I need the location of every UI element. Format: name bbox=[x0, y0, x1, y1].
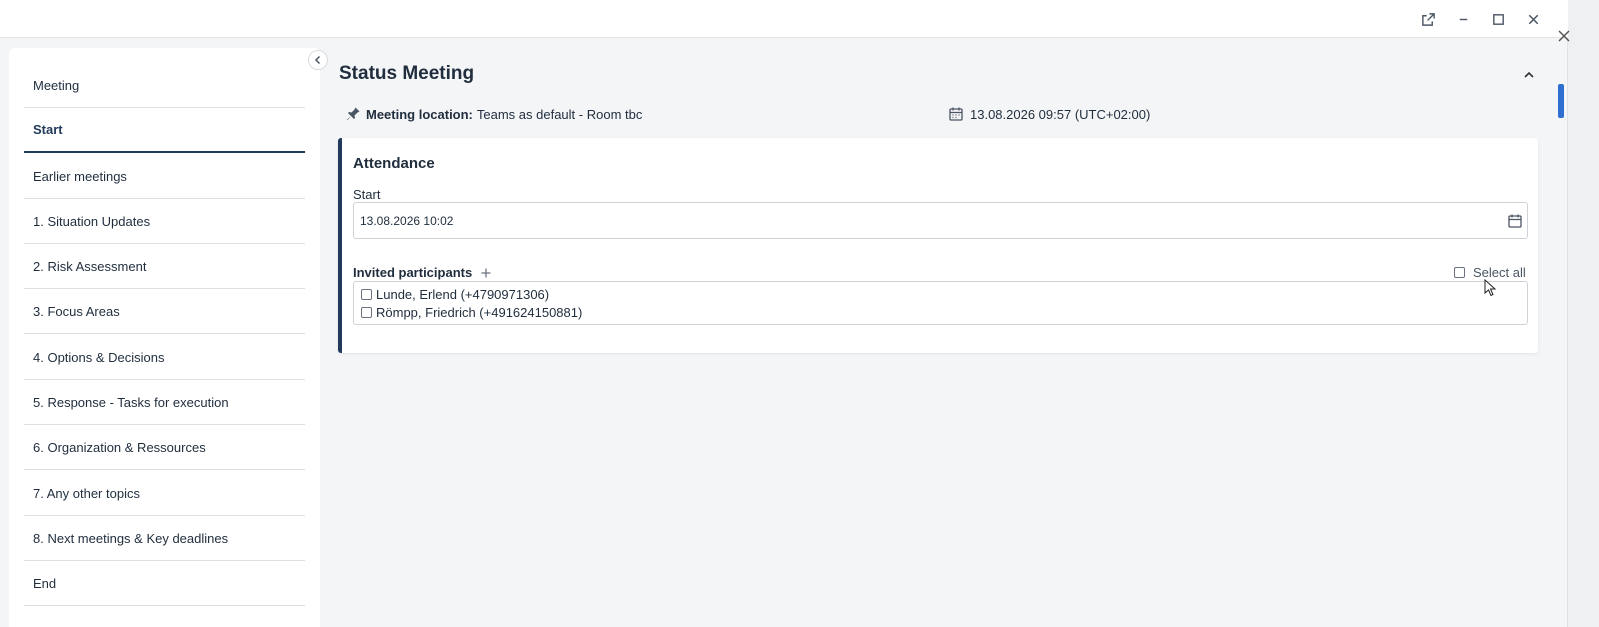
sidebar-item-label: 8. Next meetings & Key deadlines bbox=[33, 530, 229, 546]
minimize-icon[interactable] bbox=[1452, 8, 1474, 30]
sidebar-item-earlier-meetings[interactable]: Earlier meetings bbox=[24, 154, 305, 199]
calendar-picker-icon[interactable] bbox=[1507, 213, 1523, 229]
participant-checkbox[interactable] bbox=[361, 307, 372, 318]
add-participant-icon[interactable] bbox=[480, 267, 492, 279]
sidebar-item-response-tasks[interactable]: 5. Response - Tasks for execution bbox=[24, 380, 305, 425]
sidebar-item-start[interactable]: Start bbox=[24, 108, 305, 153]
sidebar-item-organization-ressources[interactable]: 6. Organization & Ressources bbox=[24, 425, 305, 470]
window-titlebar bbox=[0, 0, 1568, 38]
sidebar-item-label: 4. Options & Decisions bbox=[33, 349, 165, 365]
close-icon[interactable] bbox=[1522, 8, 1544, 30]
sidebar-item-options-decisions[interactable]: 4. Options & Decisions bbox=[24, 335, 305, 380]
sidebar-item-label: 2. Risk Assessment bbox=[33, 258, 147, 274]
meeting-location: Meeting location: Teams as default - Roo… bbox=[345, 106, 642, 122]
popout-icon[interactable] bbox=[1417, 8, 1439, 30]
select-all-label: Select all bbox=[1473, 265, 1526, 280]
background-strip bbox=[1568, 0, 1599, 627]
select-all-toggle[interactable]: Select all bbox=[1454, 265, 1526, 280]
sidebar-item-label: Earlier meetings bbox=[33, 168, 127, 184]
page-title: Status Meeting bbox=[339, 63, 475, 84]
sidebar-item-label: 5. Response - Tasks for execution bbox=[33, 394, 229, 410]
pin-icon bbox=[345, 106, 361, 122]
outer-close-icon[interactable] bbox=[1556, 28, 1572, 44]
sidebar-item-end[interactable]: End bbox=[24, 561, 305, 606]
sidebar-item-label: Start bbox=[33, 122, 63, 137]
background-accent bbox=[1558, 84, 1564, 118]
participants-list: Lunde, Erlend (+4790971306) Römpp, Fried… bbox=[353, 281, 1528, 325]
collapse-section-button[interactable] bbox=[1521, 68, 1537, 82]
participant-row[interactable]: Lunde, Erlend (+4790971306) bbox=[361, 287, 549, 302]
participant-name: Lunde, Erlend (+4790971306) bbox=[376, 287, 550, 302]
meeting-datetime-value: 13.08.2026 09:57 (UTC+02:00) bbox=[970, 106, 1151, 122]
participant-name: Römpp, Friedrich (+491624150881) bbox=[376, 305, 583, 320]
invited-participants-header: Invited participants bbox=[353, 265, 492, 280]
start-datetime-input[interactable] bbox=[353, 202, 1528, 239]
meeting-location-label: Meeting location: bbox=[366, 106, 473, 122]
participant-checkbox[interactable] bbox=[361, 289, 372, 300]
sidebar-item-label: 3. Focus Areas bbox=[33, 303, 120, 319]
sidebar-item-label: 1. Situation Updates bbox=[33, 213, 151, 229]
sidebar-item-label: 6. Organization & Ressources bbox=[33, 439, 206, 455]
meeting-datetime: 13.08.2026 09:57 (UTC+02:00) bbox=[948, 106, 1150, 122]
sidebar-item-risk-assessment[interactable]: 2. Risk Assessment bbox=[24, 244, 305, 289]
mouse-cursor-icon bbox=[1484, 279, 1497, 297]
sidebar-collapse-button[interactable] bbox=[308, 50, 328, 70]
start-field-label: Start bbox=[353, 187, 381, 202]
chevron-left-icon bbox=[314, 55, 321, 65]
app-window: Meeting Start Earlier meetings 1. Situat… bbox=[0, 0, 1568, 627]
sidebar-item-next-meetings[interactable]: 8. Next meetings & Key deadlines bbox=[24, 516, 305, 561]
meeting-location-value: Teams as default - Room tbc bbox=[476, 106, 643, 122]
attendance-title: Attendance bbox=[353, 155, 435, 172]
sidebar-nav: Meeting Start Earlier meetings 1. Situat… bbox=[9, 48, 320, 627]
sidebar-item-focus-areas[interactable]: 3. Focus Areas bbox=[24, 289, 305, 334]
invited-participants-label: Invited participants bbox=[353, 265, 473, 280]
attendance-card: Attendance Start Invited participants Se… bbox=[338, 138, 1538, 353]
maximize-icon[interactable] bbox=[1487, 8, 1509, 30]
sidebar-item-label: Meeting bbox=[33, 77, 80, 93]
sidebar-item-meeting[interactable]: Meeting bbox=[24, 63, 305, 108]
chevron-up-icon bbox=[1524, 71, 1534, 78]
sidebar-item-other-topics[interactable]: 7. Any other topics bbox=[24, 471, 305, 516]
sidebar-item-label: End bbox=[33, 575, 57, 591]
select-all-checkbox[interactable] bbox=[1454, 267, 1465, 278]
participant-row[interactable]: Römpp, Friedrich (+491624150881) bbox=[361, 305, 582, 320]
calendar-icon bbox=[948, 106, 964, 122]
sidebar-item-situation-updates[interactable]: 1. Situation Updates bbox=[24, 199, 305, 244]
sidebar-item-label: 7. Any other topics bbox=[33, 485, 140, 501]
